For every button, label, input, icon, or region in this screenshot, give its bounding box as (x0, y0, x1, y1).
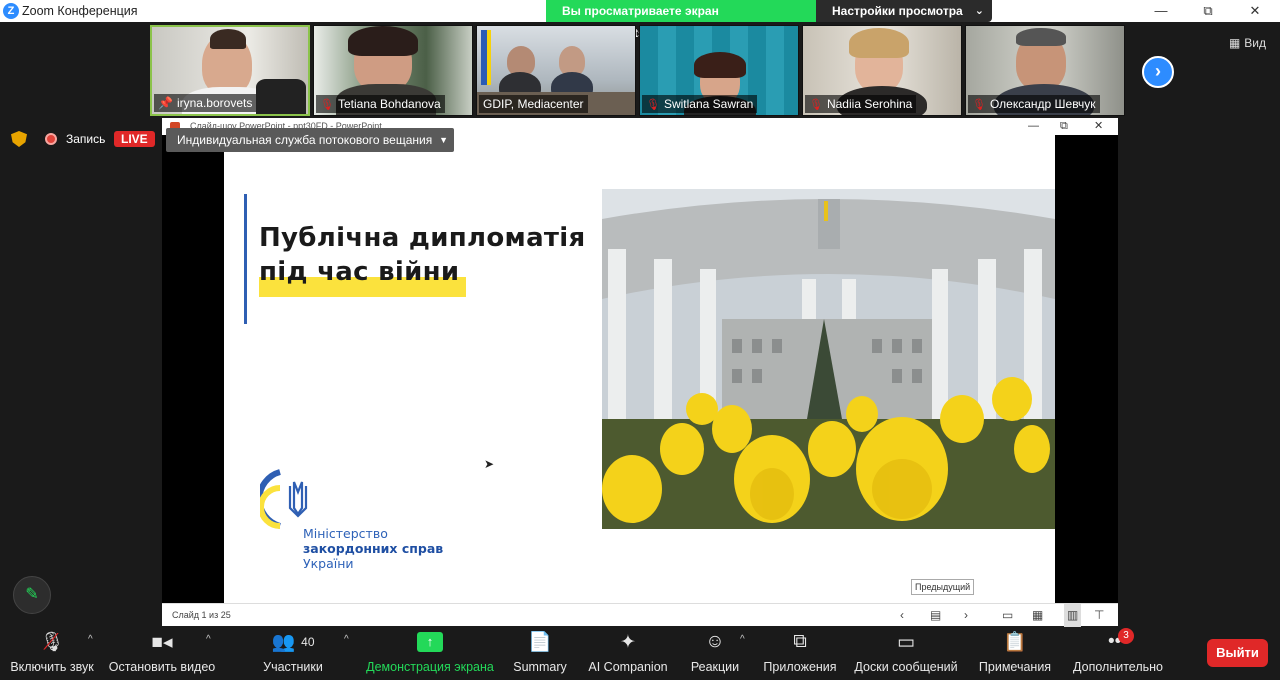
participants-icon: 👥 40 (271, 632, 315, 653)
view-label: Вид (1244, 36, 1266, 50)
ministry-name-line1: Міністерство (303, 526, 388, 541)
participants-count: 40 (301, 635, 315, 649)
participant-name-tag: 🎙 Switlana Sawran (642, 95, 758, 113)
whiteboards-button[interactable]: ▭ Доски сообщений (852, 628, 960, 680)
video-tile[interactable]: 🎙 Nadiia Serohina (802, 25, 962, 116)
slide-title-line2: під час війни (259, 257, 460, 287)
live-badge[interactable]: LIVE (114, 131, 155, 147)
video-camera-icon: ■◂ (151, 631, 173, 653)
slide: Публічна дипломатія під час війни Мініст… (224, 135, 1055, 603)
apps-icon: ⧉ (793, 631, 807, 652)
pencil-icon: ✎ (25, 586, 39, 603)
participant-name-tag: 🎙 Tetiana Bohdanova (316, 95, 445, 113)
chevron-down-icon: ⌄ (974, 5, 984, 17)
audio-options-caret[interactable]: ^ (88, 634, 93, 645)
share-banner: Вы просматриваете экран iryna.borovets Н… (546, 0, 992, 40)
ppt-minimize-icon: — (1028, 120, 1039, 132)
video-tile[interactable]: GDIP, Mediacenter (476, 25, 636, 116)
reactions-options-caret[interactable]: ^ (740, 634, 745, 645)
mic-muted-icon: 🎙 (646, 98, 660, 111)
notification-badge: 3 (1118, 628, 1134, 644)
grid-icon: ▦ (1228, 36, 1241, 50)
stop-video-button[interactable]: ■◂ Остановить видео ^ (108, 628, 216, 680)
next-slide-icon: › (964, 608, 968, 622)
participants-options-caret[interactable]: ^ (344, 634, 349, 645)
whiteboard-icon: ▭ (897, 631, 915, 653)
ppt-statusbar: Слайд 1 из 25 ‹ ▤ › ▭ ▦ ▥ ⊤ (162, 603, 1118, 627)
ukraine-emblem-icon (256, 469, 308, 529)
mic-muted-icon: 🎙 ⟋ (39, 629, 65, 654)
chevron-down-icon: ▼ (439, 135, 448, 145)
mouse-cursor-icon: ➤ (484, 457, 495, 471)
notes-button[interactable]: 📋 Примечания (976, 628, 1054, 680)
pin-icon: 📌 (158, 96, 173, 110)
view-settings-label: Настройки просмотра (832, 4, 963, 18)
recording-label[interactable]: Запись (66, 132, 105, 146)
video-options-caret[interactable]: ^ (206, 634, 211, 645)
ppt-close-icon: ✕ (1094, 120, 1104, 132)
participant-name-tag: GDIP, Mediacenter (479, 95, 588, 113)
video-tile[interactable]: 🎙 Tetiana Bohdanova (313, 25, 473, 116)
prev-slide-icon: ‹ (900, 608, 904, 622)
sparkle-icon: ✦ (620, 631, 636, 653)
video-tile[interactable]: 🎙 Switlana Sawran (639, 25, 799, 116)
view-settings-button[interactable]: Настройки просмотра ⌄ (816, 0, 992, 22)
previous-tooltip: Предыдущий (911, 579, 975, 595)
viewing-screen-label: Вы просматриваете экран iryna.borovets (546, 0, 816, 40)
mic-muted-icon: 🎙 (809, 98, 823, 111)
annotate-pencil-button[interactable]: ✎ (13, 576, 51, 614)
streaming-service-label: Индивидуальная служба потокового вещания (177, 133, 433, 147)
zoom-logo-icon: Z (3, 3, 19, 19)
ppt-restore-icon: ⧉ (1060, 120, 1068, 132)
video-tile[interactable]: 🎙 Олександр Шевчук (965, 25, 1125, 116)
slide-sorter-icon: ▦ (1032, 608, 1044, 622)
slide-counter: Слайд 1 из 25 (172, 610, 231, 620)
smiley-icon: ☺ (705, 631, 725, 652)
slide-menu-icon: ▤ (930, 608, 942, 622)
ai-companion-button[interactable]: ✦ AI Companion (586, 628, 670, 680)
share-screen-icon: ↑ (417, 632, 443, 652)
view-button[interactable]: ▦ Вид (1229, 36, 1266, 50)
minimize-button[interactable]: — (1150, 2, 1172, 20)
more-button[interactable]: ••• Дополнительно 3 (1070, 628, 1166, 680)
mic-muted-icon: 🎙 (972, 98, 986, 111)
recording-icon (45, 133, 57, 145)
accent-line (244, 194, 247, 324)
meeting-toolbar: 🎙 ⟋ Включить звук ^ ■◂ Остановить видео ^… (0, 628, 1280, 680)
chevron-right-icon: › (1155, 61, 1161, 81)
leave-button[interactable]: Выйти (1207, 639, 1268, 667)
apps-button[interactable]: ⧉ Приложения (762, 628, 838, 680)
unmute-button[interactable]: 🎙 ⟋ Включить звук ^ (8, 628, 96, 680)
slide-title-line1: Публічна дипломатія (259, 223, 586, 253)
participant-name-tag: 📌 iryna.borovets (154, 94, 257, 112)
slideshow-icon: ⊤ (1094, 608, 1105, 622)
participant-name-tag: 🎙 Олександр Шевчук (968, 95, 1100, 113)
summary-icon: 📄 (528, 632, 552, 653)
maximize-button[interactable]: ⧉ (1197, 2, 1219, 20)
participant-name-tag: 🎙 Nadiia Serohina (805, 95, 917, 113)
ministry-name-line2: закордонних справ (303, 541, 444, 556)
video-tile[interactable]: 📌 iryna.borovets (150, 25, 310, 116)
notes-icon: 📋 (1003, 632, 1027, 653)
ministry-building-photo (602, 189, 1055, 529)
close-button[interactable]: ✕ (1244, 2, 1266, 20)
security-shield-icon[interactable] (11, 131, 27, 147)
summary-button[interactable]: 📄 Summary (510, 628, 570, 680)
shared-screen: Слайд-шоу PowerPoint - ppt30FD - PowerPo… (162, 118, 1118, 627)
video-strip: 📌 iryna.borovets 🎙 Tetiana Bohdanova GDIP,… (150, 25, 1125, 116)
mic-muted-icon: 🎙 (320, 98, 334, 111)
streaming-service-dropdown[interactable]: Индивидуальная служба потокового вещания… (166, 128, 454, 152)
normal-view-icon: ▭ (1002, 608, 1014, 622)
reactions-button[interactable]: ☺ Реакции ^ (688, 628, 745, 680)
window-title: Zoom Конференция (22, 4, 138, 18)
participants-button[interactable]: 👥 40 Участники ^ (262, 628, 349, 680)
ministry-name-line3: України (303, 556, 354, 571)
next-page-button[interactable]: › (1142, 56, 1174, 88)
share-screen-button[interactable]: ↑ Демонстрация экрана (366, 628, 494, 680)
reading-view-icon: ▥ (1064, 604, 1082, 627)
